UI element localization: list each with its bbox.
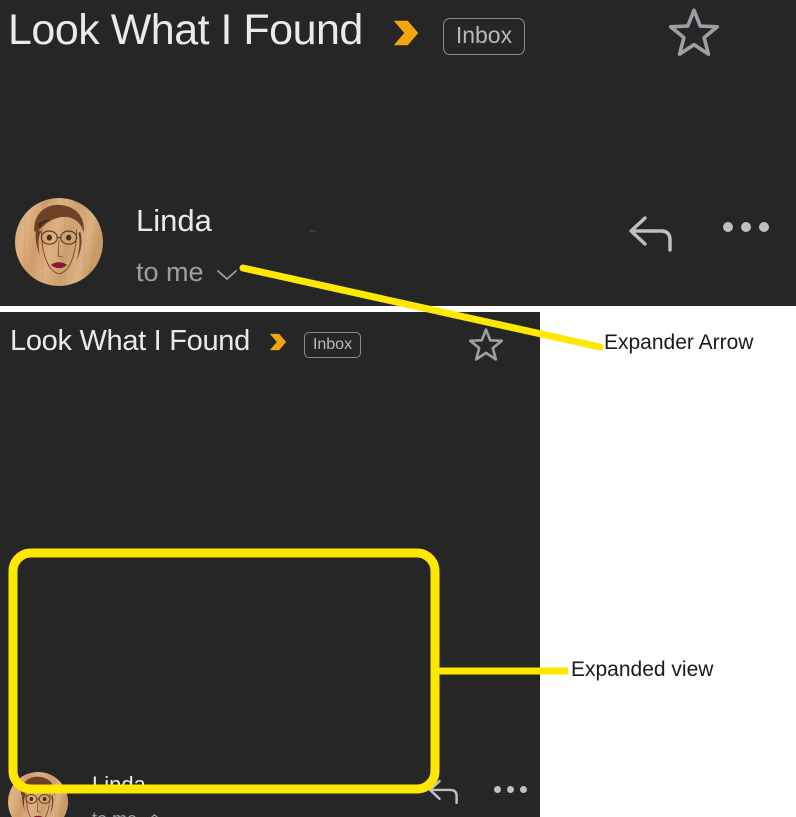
- email-header-expanded-panel: Look What I Found Inbox Linda: [0, 312, 540, 817]
- subject-row: Look What I Found Inbox: [10, 322, 362, 361]
- more-dot: [507, 786, 514, 793]
- important-chevron-icon[interactable]: [264, 328, 292, 361]
- recipient-expander[interactable]: to me: [136, 255, 239, 290]
- more-dot: [741, 222, 751, 232]
- annotation-label-expanded-view: Expanded view: [571, 658, 714, 681]
- more-dot: [759, 222, 769, 232]
- star-outline-icon[interactable]: [663, 2, 725, 69]
- reply-arrow-icon[interactable]: [627, 212, 679, 261]
- chevron-down-icon[interactable]: [215, 259, 239, 290]
- star-outline-icon[interactable]: [465, 324, 507, 371]
- chevron-up-icon[interactable]: [146, 807, 163, 817]
- subject-row: Look What I Found Inbox: [8, 2, 526, 59]
- sender-avatar[interactable]: [8, 772, 68, 817]
- annotation-label-expander-arrow: Expander Arrow: [604, 331, 754, 354]
- email-header-collapsed-panel: Look What I Found Inbox Linda to me: [0, 0, 796, 306]
- recipient-summary: to me: [136, 257, 204, 287]
- label-chip-inbox[interactable]: Inbox: [303, 331, 362, 359]
- more-dot: [494, 786, 501, 793]
- sender-avatar[interactable]: [15, 198, 103, 286]
- reply-arrow-icon[interactable]: [427, 777, 463, 812]
- important-chevron-icon[interactable]: [385, 12, 427, 59]
- sender-name: Linda: [136, 203, 212, 238]
- page-title: Look What I Found: [8, 5, 363, 54]
- sender-name: Linda: [92, 772, 146, 797]
- recipient-expander[interactable]: to me: [92, 807, 163, 817]
- label-chip-inbox[interactable]: Inbox: [442, 17, 526, 56]
- more-dot: [723, 222, 733, 232]
- recipient-summary: to me: [92, 809, 137, 817]
- decorative-mark: [309, 230, 316, 232]
- page-title: Look What I Found: [10, 325, 250, 358]
- more-options-icon[interactable]: [723, 222, 769, 232]
- more-dot: [520, 786, 527, 793]
- more-options-icon[interactable]: [494, 786, 527, 793]
